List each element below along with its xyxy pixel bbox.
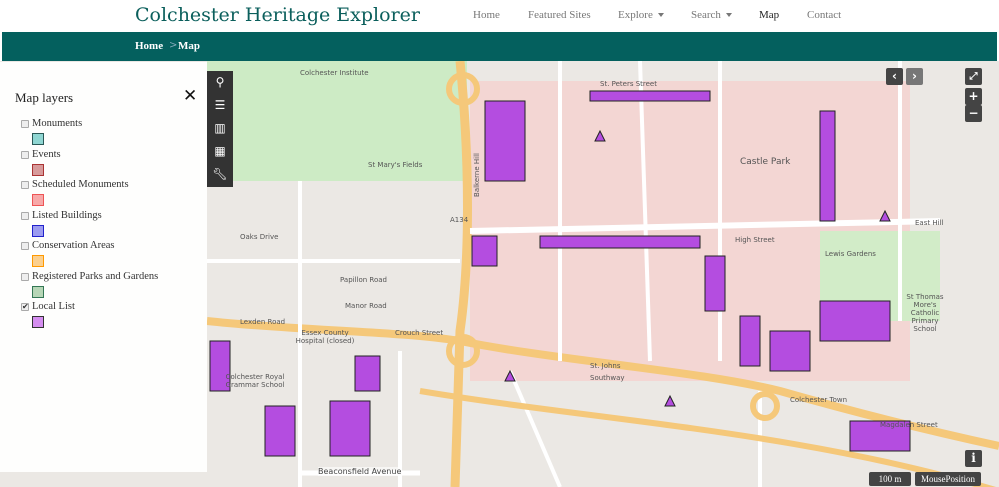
layer-swatch xyxy=(32,194,44,206)
info-icon[interactable]: i xyxy=(965,450,982,467)
table-icon[interactable]: ▦ xyxy=(207,140,233,163)
map-label: Lewis Gardens xyxy=(825,250,876,258)
nav-search[interactable]: Search xyxy=(691,9,732,21)
site-header: Colchester Heritage Explorer Home Featur… xyxy=(0,0,999,32)
previous-extent-button[interactable]: ‹ xyxy=(886,68,903,85)
map-label: Crouch Street xyxy=(395,329,444,337)
mouse-position: MousePosition xyxy=(915,472,981,486)
map-label: High Street xyxy=(735,236,775,244)
map-label: A134 xyxy=(450,216,469,224)
map-toolbar: ⚲ ☰ ▥ ▦ 🔧︎ xyxy=(207,71,233,187)
map-label: Colchester Town xyxy=(790,396,848,404)
nav-search-label: Search xyxy=(691,9,721,21)
layer-swatch xyxy=(32,224,44,237)
chevron-down-icon xyxy=(657,13,664,18)
map-label: Castle Park xyxy=(740,157,791,167)
layer-swatch xyxy=(32,316,44,328)
map-label: St. Peters Street xyxy=(600,80,657,88)
layer-checkbox[interactable] xyxy=(21,120,29,128)
map-label: Manor Road xyxy=(345,302,387,310)
map-label: Beaconsfield Avenue xyxy=(318,467,402,476)
map-label: Balkerne Hill xyxy=(472,153,481,197)
layer-checkbox[interactable] xyxy=(21,242,29,250)
close-icon[interactable]: ✕ xyxy=(183,86,197,106)
map-label: Lexden Road xyxy=(240,318,286,326)
layer-checkbox[interactable] xyxy=(21,150,29,159)
map-label: Magdalen Street xyxy=(880,421,938,429)
search-icon[interactable]: ⚲ xyxy=(207,71,233,94)
breadcrumb: Home > Map xyxy=(2,32,997,61)
map-label: Essex County Hospital (closed) xyxy=(295,329,355,345)
scale-line: 100 m xyxy=(869,472,911,486)
park-area xyxy=(207,61,467,181)
chevron-down-icon xyxy=(725,13,732,18)
layer-label: Events xyxy=(32,148,61,160)
map-label: Colchester Institute xyxy=(300,69,369,77)
fullscreen-icon[interactable]: ⤢ xyxy=(965,68,982,85)
wrench-icon[interactable]: 🔧︎ xyxy=(207,163,233,186)
layer-label: Monuments xyxy=(32,118,83,129)
layer-checkbox[interactable]: ✔ xyxy=(21,303,29,311)
layer-label: Registered Parks and Gardens xyxy=(32,270,159,282)
site-title[interactable]: Colchester Heritage Explorer xyxy=(135,4,420,26)
map-label: St Thomas More's Catholic Primary School xyxy=(906,293,944,333)
panel-title: Map layers xyxy=(15,90,74,105)
nav-map[interactable]: Map xyxy=(759,9,779,21)
map-label: St. Johns xyxy=(590,362,621,370)
map-label: Southway xyxy=(590,374,625,382)
map-label: Colchester Royal Grammar School xyxy=(225,373,285,389)
map-label: Papillon Road xyxy=(340,276,387,284)
layer-checkbox[interactable] xyxy=(21,181,29,189)
layer-label: Conservation Areas xyxy=(32,240,115,251)
breadcrumb-separator: > xyxy=(169,40,178,51)
zoom-out-button[interactable]: − xyxy=(965,105,982,122)
map-label: East Hill xyxy=(915,219,944,227)
map-label: St Mary's Fields xyxy=(368,161,423,169)
layer-label: Scheduled Monuments xyxy=(32,179,129,190)
layer-label: Local List xyxy=(32,301,75,312)
map-label: Oaks Drive xyxy=(240,233,279,241)
layer-checkbox[interactable] xyxy=(21,272,29,281)
nav-explore-label: Explore xyxy=(618,9,653,21)
layer-swatch xyxy=(32,255,44,267)
breadcrumb-map: Map xyxy=(178,40,200,52)
nav-contact[interactable]: Contact xyxy=(807,9,841,21)
map-layers-panel: Map layers ✕ Monuments Events Scheduled Mo… xyxy=(0,62,207,472)
layer-label: Listed Buildings xyxy=(32,209,102,221)
layer-swatch xyxy=(32,133,44,145)
nav-featured-sites[interactable]: Featured Sites xyxy=(528,9,591,21)
next-extent-button[interactable]: › xyxy=(906,68,923,85)
map-icon[interactable]: ▥ xyxy=(207,117,233,140)
layer-swatch xyxy=(32,163,44,176)
nav-home[interactable]: Home xyxy=(473,9,500,21)
list-icon[interactable]: ☰ xyxy=(207,94,233,117)
layer-swatch xyxy=(32,285,44,298)
layer-checkbox[interactable] xyxy=(21,211,29,220)
zoom-in-button[interactable]: + xyxy=(965,88,982,105)
breadcrumb-home[interactable]: Home xyxy=(135,40,163,52)
nav-explore[interactable]: Explore xyxy=(618,9,664,21)
